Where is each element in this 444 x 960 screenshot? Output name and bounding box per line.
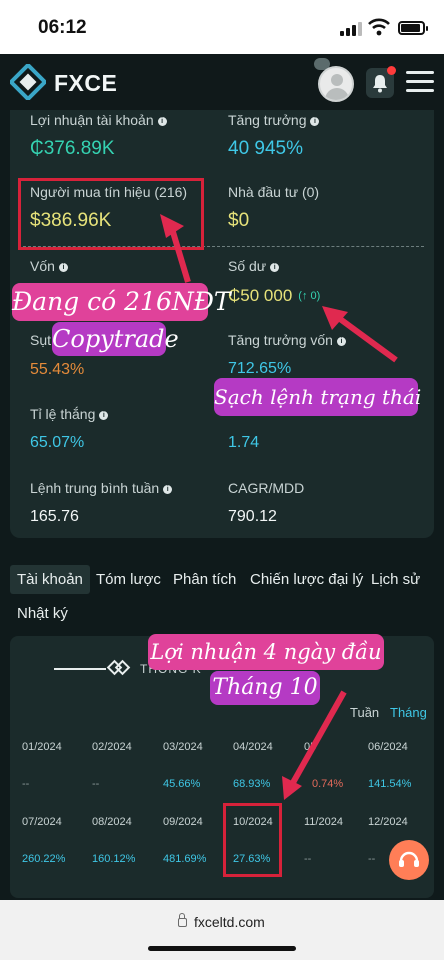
stat-balance: Số dư i ₵50 000 (↑ 0) — [228, 258, 321, 305]
tab-account[interactable]: Tài khoản — [10, 565, 90, 594]
month-label: 09/2024 — [163, 816, 203, 828]
home-indicator — [148, 946, 296, 951]
annotation-note-copytrade: Copytrade — [52, 322, 179, 356]
month-label: 08/2024 — [92, 816, 132, 828]
month-value: -- — [92, 778, 100, 790]
month-label: 01/2024 — [22, 741, 62, 753]
month-value: 68.93% — [233, 778, 271, 790]
annotation-note-investors: Đang có 216NĐT — [12, 283, 231, 321]
status-bar: 06:12 — [0, 0, 444, 54]
info-icon[interactable]: i — [310, 117, 320, 126]
info-icon[interactable]: i — [163, 485, 173, 494]
info-icon[interactable]: i — [99, 411, 109, 420]
month-value: 260.22% — [22, 853, 66, 865]
month-label: 07/2024 — [22, 816, 62, 828]
month-label: 11/2024 — [304, 816, 343, 828]
month-label: 03/2024 — [163, 741, 203, 753]
notification-button[interactable] — [366, 66, 396, 98]
balance-change-badge: (↑ 0) — [298, 290, 321, 302]
stat-investors: Nhà đầu tư (0) $0 — [228, 184, 320, 231]
info-icon[interactable]: i — [336, 337, 346, 346]
info-icon[interactable]: i — [58, 263, 68, 272]
stat-growth: Tăng trưởng i 40 945% — [228, 112, 320, 160]
annotation-note-clean-orders: Sạch lệnh trạng thái — [214, 378, 421, 416]
month-value: -- — [304, 853, 312, 865]
notification-dot — [387, 66, 396, 75]
tab-agent-strategy[interactable]: Chiến lược đại lý — [250, 571, 363, 588]
month-label: 02/2024 — [92, 741, 132, 753]
stat-capital-growth: Tăng trưởng vốn i 712.65% — [228, 332, 346, 378]
bell-icon — [373, 75, 387, 93]
month-label: 06/2024 — [368, 741, 408, 753]
fxce-logo-icon[interactable] — [10, 64, 46, 100]
support-chat-button[interactable] — [389, 840, 429, 880]
month-value: 45.66% — [163, 778, 201, 790]
highlight-box-signal-buyers — [18, 178, 204, 250]
month-value: 141.54% — [368, 778, 412, 790]
period-week[interactable]: Tuần — [350, 705, 379, 720]
stat-capital: Vốn i — [30, 258, 68, 274]
month-label: 04/2024 — [233, 741, 273, 753]
month-value: 160.12% — [92, 853, 136, 865]
clock: 06:12 — [38, 17, 87, 38]
tab-bar: Tài khoản Tóm lược Phân tích Chiến lược … — [0, 560, 444, 632]
month-value: 481.69% — [163, 853, 207, 865]
battery-icon — [398, 21, 428, 35]
stat-account-profit: Lợi nhuận tài khoản i ₵376.89K — [30, 112, 167, 160]
user-avatar[interactable] — [318, 66, 354, 102]
period-month[interactable]: Tháng — [390, 705, 427, 720]
tab-journal[interactable]: Nhật ký — [17, 605, 68, 622]
tab-summary[interactable]: Tóm lược — [96, 571, 161, 588]
annotation-note-first-days: Lợi nhuận 4 ngày đầu — [148, 634, 384, 670]
cellular-signal-icon — [340, 22, 362, 36]
month-value: 0.74% — [312, 778, 344, 790]
lock-icon — [178, 913, 187, 927]
wifi-icon — [368, 18, 390, 36]
tab-history[interactable]: Lịch sử — [371, 571, 420, 588]
info-icon[interactable]: i — [157, 117, 167, 126]
month-value: -- — [22, 778, 30, 790]
browser-url-bar[interactable]: fxceltd.com — [0, 900, 444, 960]
app-header: FXCE — [0, 54, 444, 110]
hamburger-menu-icon[interactable] — [406, 71, 434, 93]
highlight-box-october — [223, 803, 282, 877]
headset-icon — [399, 851, 419, 867]
month-label: 12/2024 — [368, 816, 408, 828]
stat-win-rate: Tỉ lệ thắng i 65.07% — [30, 406, 109, 452]
tab-analysis[interactable]: Phân tích — [173, 571, 236, 588]
url-text[interactable]: fxceltd.com — [194, 914, 265, 930]
stat-cagr-mdd: CAGR/MDD 790.12 — [228, 480, 305, 525]
month-label: 05 — [304, 741, 317, 753]
info-icon[interactable]: i — [270, 263, 280, 272]
annotation-note-october: Tháng 10 — [210, 671, 320, 705]
stat-weekly-orders: Lệnh trung bình tuần i 165.76 — [30, 480, 173, 526]
title-decoration — [54, 668, 106, 670]
brand-name[interactable]: FXCE — [54, 70, 117, 97]
